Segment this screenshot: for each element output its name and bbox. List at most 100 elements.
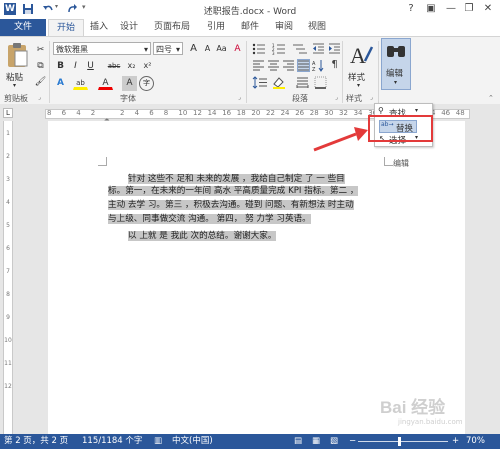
status-bar: 第 2 页，共 2 页 115/1184 个字 ▥ 中文(中国) ▤ ▦ ▧ −… — [0, 434, 500, 449]
web-layout-icon[interactable]: ▧ — [330, 434, 338, 449]
strikethrough-button[interactable]: abc — [104, 59, 124, 74]
align-left-icon[interactable] — [252, 59, 265, 72]
vertical-ruler-number: 10 — [4, 337, 12, 344]
tab-design[interactable]: 设计 — [116, 19, 142, 36]
decrease-indent-icon[interactable] — [312, 42, 325, 55]
copy-icon[interactable]: ⧉ — [33, 59, 48, 74]
ruler-number: 24 — [280, 109, 290, 117]
font-size-combo[interactable]: 四号 ▾ — [153, 42, 183, 55]
divider — [378, 41, 379, 103]
editing-dropdown-icon: ▾ — [394, 79, 398, 86]
restore-button[interactable]: ❐ — [462, 2, 476, 16]
styles-launcher-icon[interactable]: ⌟ — [370, 94, 373, 101]
font-size-value: 四号 — [156, 45, 172, 54]
tab-home[interactable]: 开始 — [48, 19, 84, 36]
ribbon-tabs: 文件 开始 插入 设计 页面布局 引用 邮件 审阅 视图 — [0, 19, 500, 36]
align-center-icon[interactable] — [267, 59, 280, 72]
title-bar: W ▾ ▾ 述职报告.docx - Word ? ▣ — ❐ ✕ — [0, 0, 500, 19]
justify-icon[interactable] — [297, 59, 310, 72]
align-right-icon[interactable] — [282, 59, 295, 72]
zoom-in-button[interactable]: + — [452, 434, 459, 449]
ruler-number: 26 — [295, 109, 305, 117]
increase-indent-icon[interactable] — [328, 42, 341, 55]
text-effects-button[interactable]: A — [53, 76, 68, 91]
line-spacing-icon[interactable] — [252, 76, 268, 89]
tab-file[interactable]: 文件 — [0, 19, 46, 36]
tab-page-layout[interactable]: 页面布局 — [148, 19, 196, 36]
language[interactable]: 中文(中国) — [172, 434, 213, 449]
font-launcher-icon[interactable]: ⌟ — [238, 94, 241, 101]
ruler-number: 12 — [193, 109, 202, 117]
format-painter-icon[interactable]: 🖌 — [33, 75, 48, 90]
zoom-level[interactable]: 70% — [466, 434, 485, 449]
divider — [49, 41, 50, 103]
document-line[interactable]: 针对 这些不 足和 未来的发展 ，我给自己制定 了 一 些目 — [128, 173, 345, 185]
ribbon-display-options-button[interactable]: ▣ — [424, 2, 438, 16]
clipboard-launcher-icon[interactable]: ⌟ — [38, 94, 41, 101]
font-color-button[interactable]: A — [98, 76, 113, 90]
vertical-ruler-number: 8 — [6, 291, 10, 298]
help-button[interactable]: ? — [404, 2, 418, 16]
multilevel-list-icon[interactable] — [292, 42, 308, 55]
shading-icon[interactable] — [272, 76, 286, 89]
word-count[interactable]: 115/1184 个字 — [82, 434, 142, 449]
document-line[interactable]: 标。第一，在未来的一年间 高水 平高质量完成 KPI 指标。第二 ， — [108, 185, 359, 197]
char-shading-button[interactable]: A — [122, 76, 137, 91]
collapse-ribbon-icon[interactable]: ⌃ — [488, 94, 494, 102]
ruler-number: 6 — [61, 109, 67, 117]
subscript-button[interactable]: x₂ — [124, 59, 139, 74]
underline-button[interactable]: U — [83, 59, 98, 74]
ribbon: 粘贴 ▾ ✂ ⧉ 🖌 剪贴板 ⌟ 微软雅黑 ▾ 四号 ▾ A A Aa A B … — [0, 36, 500, 106]
bullets-icon[interactable] — [252, 42, 268, 55]
document-line[interactable]: 与上级、同事做交流 沟通。 第四， 努 力学 习英语。 — [108, 213, 311, 225]
document-line[interactable]: 以 上就 是 我此 次的总结。谢谢大家。 — [128, 230, 277, 242]
paragraph-launcher-icon[interactable]: ⌟ — [335, 94, 338, 101]
vertical-ruler-number: 3 — [6, 176, 10, 183]
tab-view[interactable]: 视图 — [304, 19, 330, 36]
numbering-icon[interactable]: 123 — [272, 42, 288, 56]
paste-button[interactable]: 粘贴 ▾ — [4, 41, 30, 89]
page-count[interactable]: 第 2 页，共 2 页 — [4, 434, 68, 449]
shrink-font-button[interactable]: A — [200, 42, 215, 57]
vertical-ruler-number: 12 — [4, 383, 12, 390]
styles-dropdown-icon: ▾ — [357, 82, 361, 89]
italic-button[interactable]: I — [68, 59, 83, 74]
binoculars-icon — [387, 46, 405, 57]
document-line[interactable]: 主动 去学 习。第三 ，积极去沟通。碰到 问题、有新想法 时主动 — [108, 199, 354, 211]
tab-mailings[interactable]: 邮件 — [237, 19, 263, 36]
highlight-color-button[interactable]: ab — [73, 76, 88, 90]
close-button[interactable]: ✕ — [481, 2, 495, 16]
sort-icon[interactable]: AZ — [312, 59, 325, 73]
font-name-combo[interactable]: 微软雅黑 ▾ — [53, 42, 151, 55]
styles-button[interactable]: A 样式 ▾ — [346, 41, 376, 91]
editing-button[interactable]: 编辑 ▾ — [381, 38, 411, 90]
tab-references[interactable]: 引用 — [203, 19, 229, 36]
change-case-button[interactable]: Aa — [214, 42, 229, 57]
editing-label: 编辑 — [386, 69, 404, 79]
zoom-slider[interactable] — [358, 441, 448, 442]
ruler-number: 20 — [251, 109, 261, 117]
highlight-box — [368, 115, 433, 142]
superscript-button[interactable]: x² — [140, 59, 155, 74]
minimize-button[interactable]: — — [444, 2, 458, 16]
tab-selector[interactable]: L — [3, 108, 13, 118]
grow-font-button[interactable]: A — [186, 42, 201, 57]
zoom-thumb[interactable] — [398, 437, 401, 446]
tab-insert[interactable]: 插入 — [86, 19, 112, 36]
zoom-out-button[interactable]: − — [349, 434, 356, 449]
clear-format-button[interactable]: A — [230, 42, 245, 57]
borders-icon[interactable] — [314, 76, 327, 89]
tab-review[interactable]: 审阅 — [271, 19, 297, 36]
print-layout-icon[interactable]: ▦ — [312, 434, 320, 449]
bold-button[interactable]: B — [53, 59, 68, 74]
distributed-icon[interactable] — [296, 76, 309, 89]
font-group-label: 字体 — [120, 94, 136, 103]
cut-icon[interactable]: ✂ — [33, 43, 48, 58]
ruler-number: 18 — [236, 109, 246, 117]
proofing-icon[interactable]: ▥ — [154, 434, 162, 449]
ruler-number: 10 — [178, 109, 188, 117]
show-marks-icon[interactable]: ¶ — [328, 59, 341, 72]
watermark: Bai 经验 jingyan.baidu.com — [380, 393, 490, 426]
read-mode-icon[interactable]: ▤ — [294, 434, 302, 449]
enclose-characters-button[interactable]: 字 — [139, 76, 154, 91]
